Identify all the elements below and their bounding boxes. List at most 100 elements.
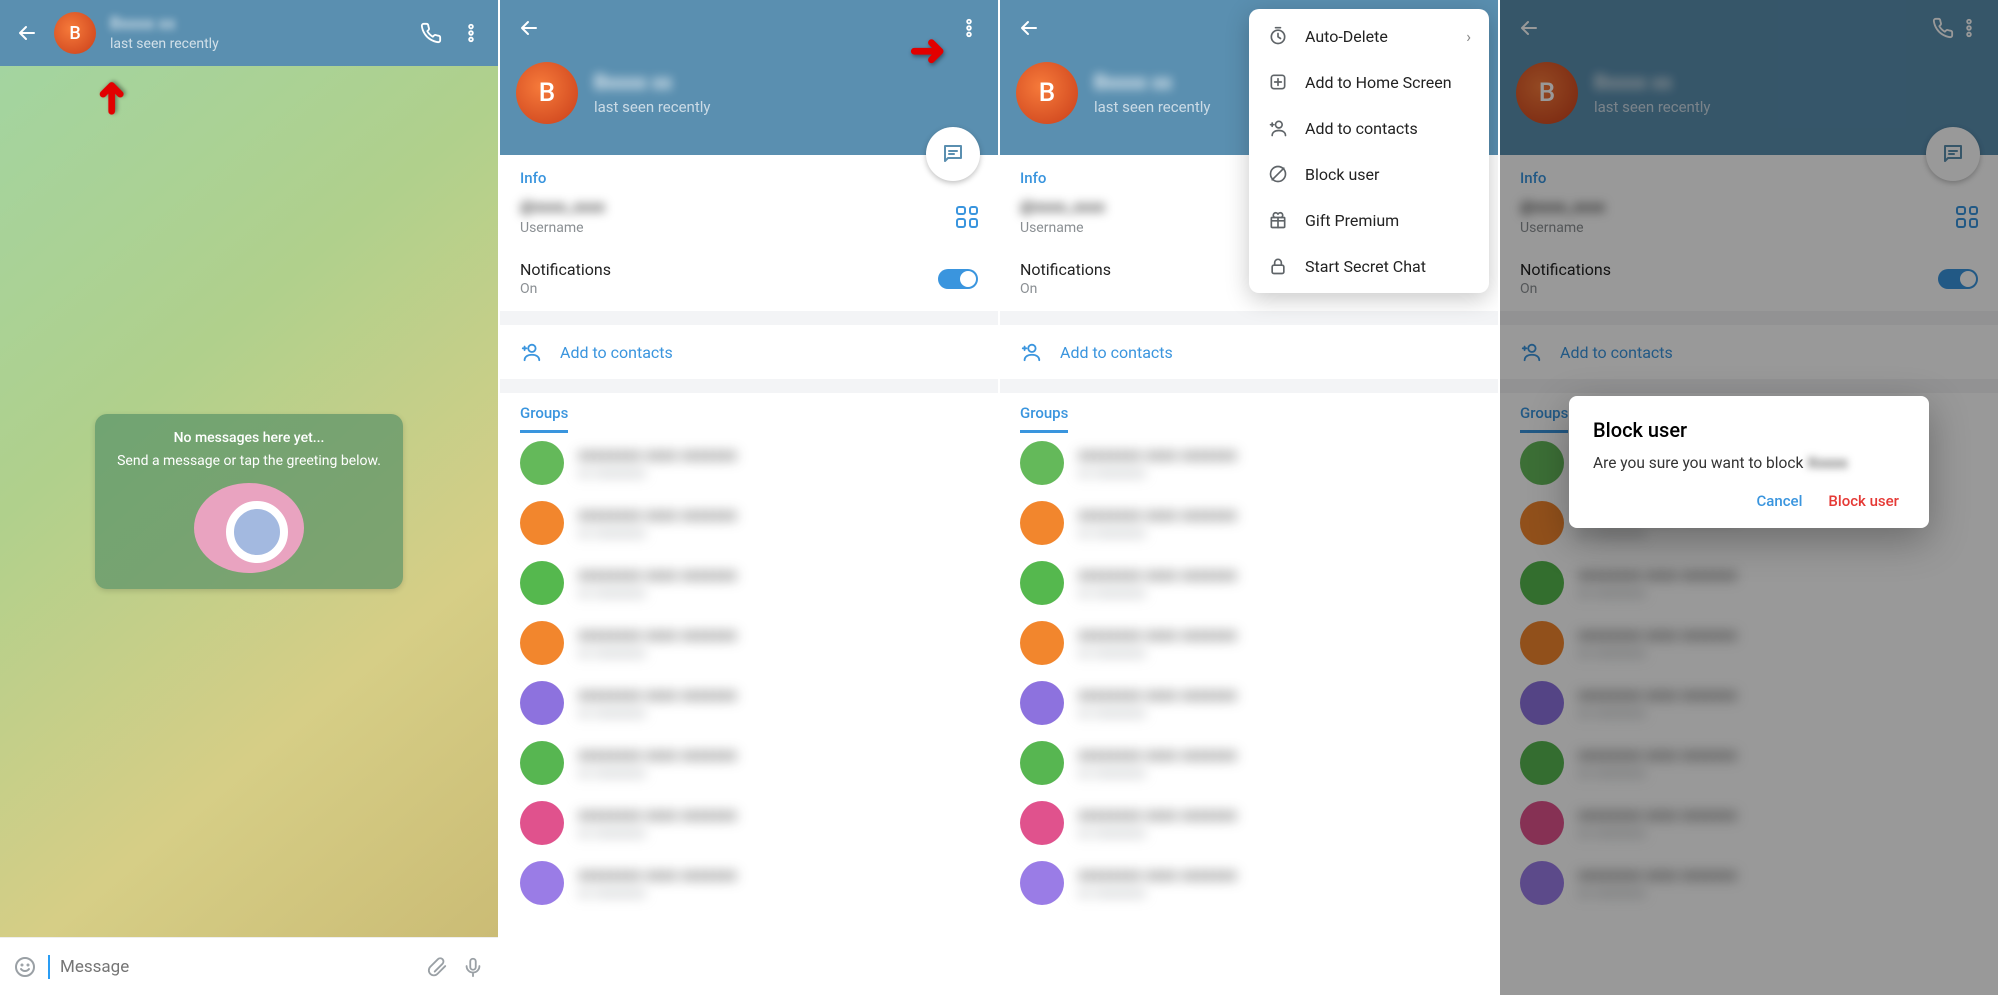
group-avatar <box>1020 621 1064 665</box>
list-item[interactable]: xxxxxxxx xxxx xxxxxxxxx xxxxxxxx <box>1000 613 1498 673</box>
avatar[interactable]: B <box>54 12 96 54</box>
text-cursor <box>48 955 50 979</box>
group-avatar <box>520 801 564 845</box>
profile-status: last seen recently <box>594 98 710 116</box>
menu-label: Gift Premium <box>1305 211 1399 230</box>
menu-home-screen[interactable]: Add to Home Screen <box>1249 59 1489 105</box>
group-list[interactable]: xxxxxxxx xxxx xxxxxxxxx xxxxxxxxxxxxxxxx… <box>1000 433 1498 913</box>
emoji-icon[interactable] <box>12 954 38 980</box>
back-icon[interactable] <box>14 20 40 46</box>
group-avatar <box>1020 681 1064 725</box>
back-icon[interactable] <box>516 15 542 41</box>
list-item[interactable]: xxxxxxxx xxxx xxxxxxxxx xxxxxxxx <box>500 613 998 673</box>
list-item[interactable]: xxxxxxxx xxxx xxxxxxxxx xxxxxxxx <box>500 853 998 913</box>
cancel-button[interactable]: Cancel <box>1756 492 1802 510</box>
notifications-toggle[interactable] <box>938 269 978 289</box>
add-contacts-row[interactable]: Add to contacts <box>500 325 998 379</box>
group-list[interactable]: xxxxxxxx xxxx xxxxxxxxx xxxxxxxxxxxxxxxx… <box>500 433 998 913</box>
menu-label: Add to contacts <box>1305 119 1418 138</box>
list-item[interactable]: xxxxxxxx xxxx xxxxxxxxx xxxxxxxx <box>1000 733 1498 793</box>
list-item[interactable]: xxxxxxxx xxxx xxxxxxxxx xxxxxxxx <box>500 493 998 553</box>
list-item[interactable]: xxxxxxxx xxxx xxxxxxxxx xxxxxxxx <box>500 433 998 493</box>
avatar[interactable]: B <box>516 62 578 124</box>
greeting-sticker[interactable] <box>194 483 304 573</box>
notifications-label: Notifications <box>520 260 611 279</box>
group-avatar <box>1020 441 1064 485</box>
chevron-right-icon: › <box>1466 27 1471 46</box>
contact-status: last seen recently <box>110 36 404 52</box>
group-avatar <box>1020 801 1064 845</box>
panel-profile-menu: B Bxxxx xx last seen recently Info @xxxx… <box>1000 0 1500 995</box>
block-user-dialog: Block user Are you sure you want to bloc… <box>1569 396 1929 528</box>
menu-auto-delete[interactable]: Auto-Delete › <box>1249 13 1489 59</box>
group-avatar <box>1020 501 1064 545</box>
contact-name: Bxxxx xx <box>110 14 404 34</box>
add-contact-icon <box>1267 117 1289 139</box>
username-label: Username <box>520 220 605 236</box>
list-item[interactable]: xxxxxxxx xxxx xxxxxxxxx xxxxxxxx <box>1000 493 1498 553</box>
menu-label: Start Secret Chat <box>1305 257 1426 276</box>
gift-icon <box>1267 209 1289 231</box>
profile-name: Bxxxx xx <box>594 70 710 94</box>
info-title: Info <box>520 169 978 187</box>
list-item[interactable]: xxxxxxxx xxxx xxxxxxxxx xxxxxxxx <box>500 733 998 793</box>
menu-secret-chat[interactable]: Start Secret Chat <box>1249 243 1489 289</box>
menu-gift-premium[interactable]: Gift Premium <box>1249 197 1489 243</box>
more-icon[interactable] <box>458 20 484 46</box>
attach-icon[interactable] <box>424 954 450 980</box>
more-icon[interactable] <box>956 15 982 41</box>
menu-label: Block user <box>1305 165 1379 184</box>
context-menu: Auto-Delete › Add to Home Screen Add to … <box>1249 9 1489 293</box>
add-contacts-label: Add to contacts <box>1060 343 1173 362</box>
list-item[interactable]: xxxxxxxx xxxx xxxxxxxxx xxxxxxxx <box>500 793 998 853</box>
group-avatar <box>1020 561 1064 605</box>
menu-block-user[interactable]: Block user <box>1249 151 1489 197</box>
group-avatar <box>520 561 564 605</box>
qr-icon[interactable] <box>956 206 978 228</box>
notifications-value: On <box>520 281 611 297</box>
profile-name: Bxxxx xx <box>1094 70 1210 94</box>
message-composer <box>0 937 498 995</box>
block-button[interactable]: Block user <box>1828 492 1899 510</box>
group-avatar <box>520 501 564 545</box>
back-icon[interactable] <box>1016 15 1042 41</box>
call-icon[interactable] <box>418 20 444 46</box>
profile-header: B Bxxxx xx last seen recently <box>500 0 998 155</box>
group-avatar <box>1020 741 1064 785</box>
lock-icon <box>1267 255 1289 277</box>
menu-add-contacts[interactable]: Add to contacts <box>1249 105 1489 151</box>
group-avatar <box>520 861 564 905</box>
list-item[interactable]: xxxxxxxx xxxx xxxxxxxxx xxxxxxxx <box>500 553 998 613</box>
list-item[interactable]: xxxxxxxx xxxx xxxxxxxxx xxxxxxxx <box>1000 433 1498 493</box>
chat-header: B Bxxxx xx last seen recently <box>0 0 498 66</box>
list-item[interactable]: xxxxxxxx xxxx xxxxxxxxx xxxxxxxx <box>1000 853 1498 913</box>
add-contacts-row[interactable]: Add to contacts <box>1000 325 1498 379</box>
list-item[interactable]: xxxxxxxx xxxx xxxxxxxxx xxxxxxxx <box>500 673 998 733</box>
dialog-title: Block user <box>1593 418 1905 442</box>
group-avatar <box>520 441 564 485</box>
tab-groups[interactable]: Groups <box>520 404 568 433</box>
message-fab[interactable] <box>926 127 980 181</box>
list-item[interactable]: xxxxxxxx xxxx xxxxxxxxx xxxxxxxx <box>1000 553 1498 613</box>
username-value[interactable]: @xxxx_xxxx <box>520 197 605 216</box>
list-item[interactable]: xxxxxxxx xxxx xxxxxxxxx xxxxxxxx <box>1000 793 1498 853</box>
timer-icon <box>1267 25 1289 47</box>
tabs: Groups <box>500 393 998 433</box>
group-avatar <box>520 741 564 785</box>
mic-icon[interactable] <box>460 954 486 980</box>
panel-dialog: B Bxxxx xx last seen recently Info @xxxx… <box>1500 0 2000 995</box>
list-item[interactable]: xxxxxxxx xxxx xxxxxxxxx xxxxxxxx <box>1000 673 1498 733</box>
dialog-message: Are you sure you want to block Xxxxx <box>1593 454 1905 472</box>
menu-label: Auto-Delete <box>1305 27 1388 46</box>
message-input[interactable] <box>60 957 414 977</box>
avatar[interactable]: B <box>1016 62 1078 124</box>
panel-profile: B Bxxxx xx last seen recently Info @xxxx… <box>500 0 1000 995</box>
notifications-row[interactable]: Notifications On <box>500 246 998 311</box>
chat-header-title[interactable]: Bxxxx xx last seen recently <box>110 14 404 52</box>
info-section: Info @xxxx_xxxx Username <box>500 155 998 246</box>
tab-groups[interactable]: Groups <box>1020 404 1068 433</box>
group-avatar <box>520 621 564 665</box>
block-icon <box>1267 163 1289 185</box>
group-avatar <box>520 681 564 725</box>
profile-status: last seen recently <box>1094 98 1210 116</box>
